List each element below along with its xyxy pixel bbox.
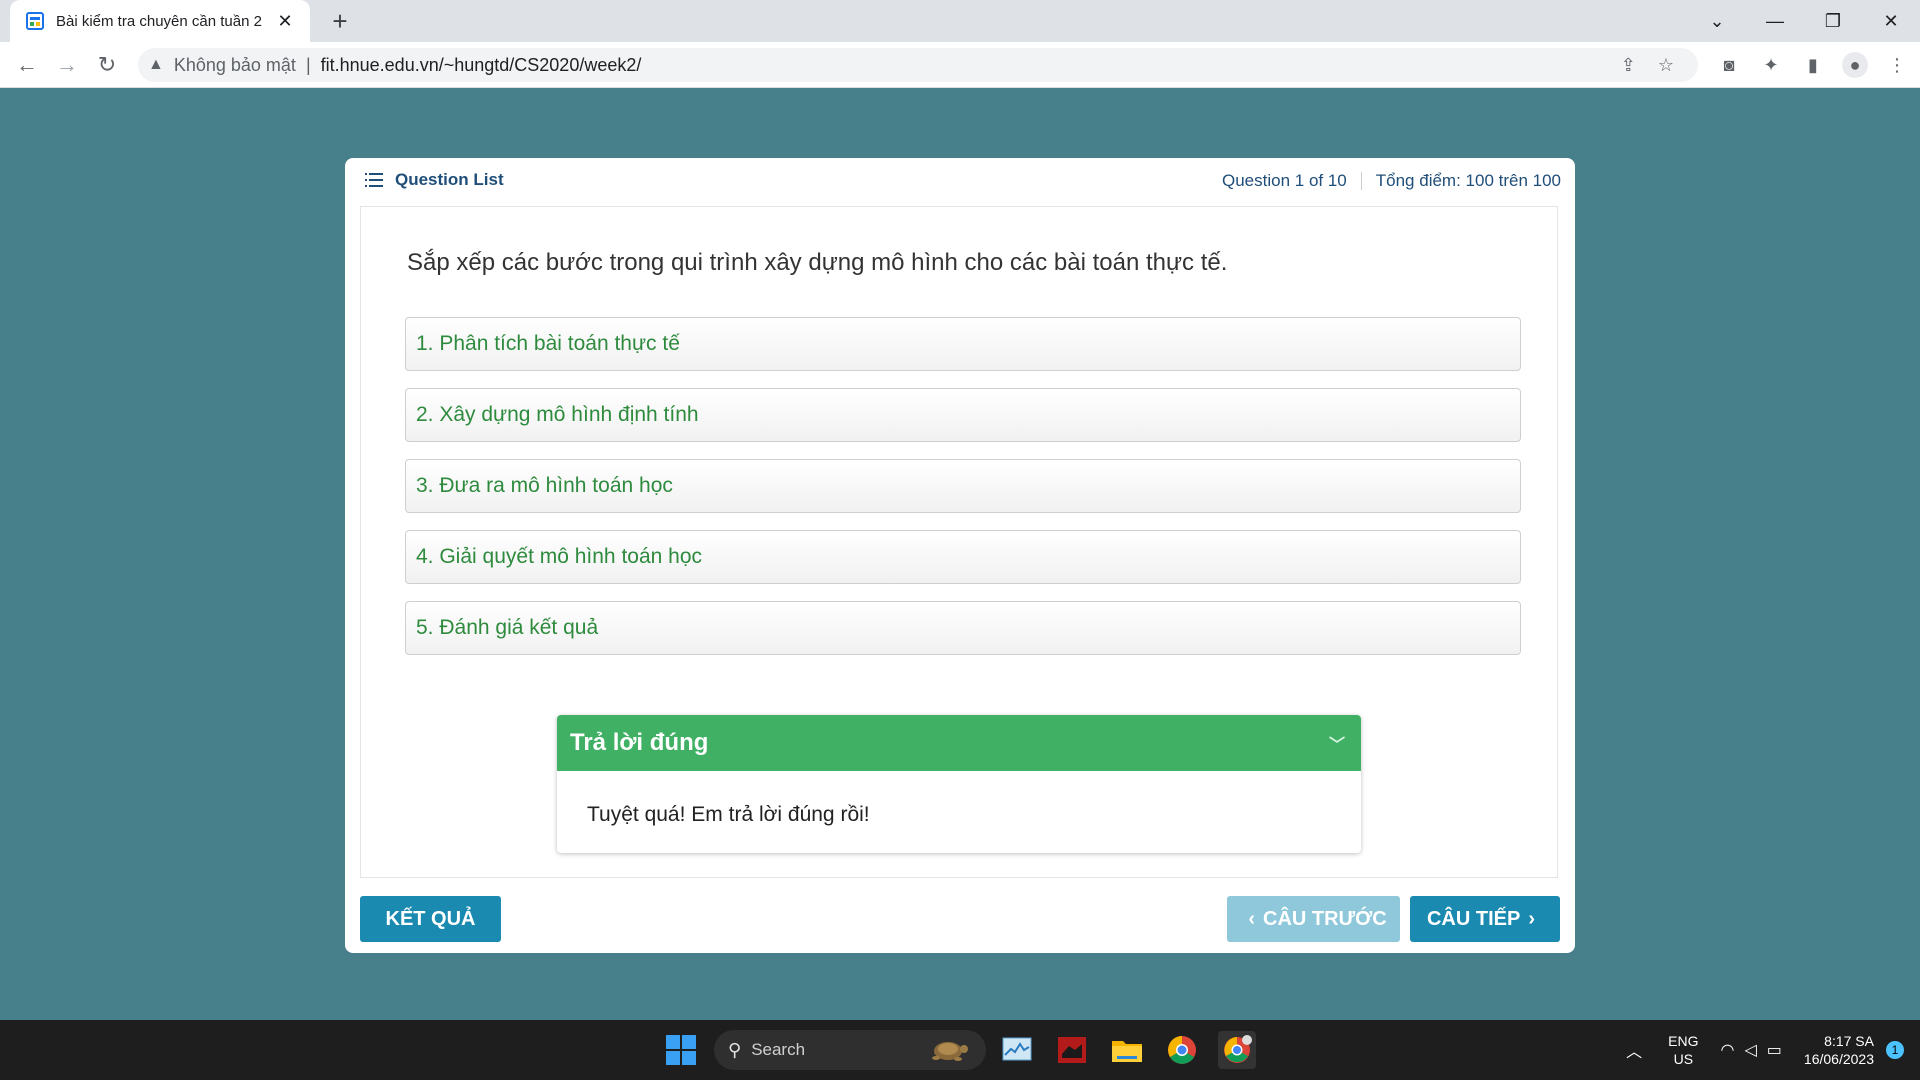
notification-badge[interactable]: 1: [1886, 1041, 1904, 1059]
window-controls: ⌄ — ❐ ✕: [1688, 0, 1920, 42]
camera-icon[interactable]: ◙: [1716, 52, 1742, 78]
clock-date: 16/06/2023: [1803, 1051, 1874, 1067]
more-menu-icon[interactable]: ⋮: [1884, 52, 1910, 78]
battery-icon[interactable]: ▭: [1767, 1040, 1782, 1060]
question-panel: Sắp xếp các bước trong qui trình xây dựn…: [360, 206, 1558, 878]
address-separator: |: [305, 54, 311, 75]
question-list-button[interactable]: Question List: [365, 170, 504, 190]
turtle-search-highlight-icon: [932, 1042, 968, 1061]
taskbar: ⚲ Search ︿ ENG US ◠ ◁ ▭ 8:17 SA 16/06/20…: [0, 1020, 1920, 1080]
feedback-header[interactable]: Trả lời đúng ﹀: [557, 715, 1361, 771]
result-button[interactable]: KẾT QUẢ: [360, 896, 501, 942]
address-bar[interactable]: ▲ Không bảo mật | fit.hnue.edu.vn/~hungt…: [138, 48, 1698, 82]
url-text[interactable]: fit.hnue.edu.vn/~hungtd/CS2020/week2/: [321, 55, 642, 76]
clock[interactable]: 8:17 SA 16/06/2023: [1804, 1032, 1874, 1068]
taskbar-search-label: Search: [751, 1040, 806, 1059]
input-language[interactable]: ENG US: [1668, 1032, 1698, 1068]
answer-options: 1. Phân tích bài toán thực tế 2. Xây dựn…: [405, 317, 1521, 672]
wifi-icon[interactable]: ◠: [1721, 1040, 1735, 1060]
red-app-icon[interactable]: [1053, 1031, 1091, 1069]
answer-option-5[interactable]: 5. Đánh giá kết quả: [405, 601, 1521, 655]
profile-avatar-icon[interactable]: ●: [1842, 52, 1868, 78]
tab-strip: Bài kiểm tra chuyên cần tuần 2 ✕ + ⌄ — ❐…: [0, 0, 1920, 42]
answer-option-4[interactable]: 4. Giải quyết mô hình toán học: [405, 530, 1521, 584]
search-icon: ⚲: [728, 1039, 742, 1060]
system-tray: ︿ ENG US ◠ ◁ ▭ 8:17 SA 16/06/2023 1: [1626, 1020, 1920, 1080]
question-counter: Question 1 of 10: [1222, 171, 1347, 190]
header-divider: [1360, 172, 1362, 190]
tab-title: Bài kiểm tra chuyên cần tuần 2: [56, 12, 262, 30]
chevron-right-icon: ›: [1528, 907, 1535, 930]
language-code: ENG: [1668, 1033, 1699, 1049]
taskbar-search-box[interactable]: ⚲ Search: [714, 1030, 986, 1070]
question-list-label: Question List: [395, 170, 504, 189]
previous-question-button[interactable]: ‹ CÂU TRƯỚC: [1227, 896, 1400, 942]
score-label: Tổng điểm: 100 trên 100: [1375, 171, 1561, 190]
restore-icon[interactable]: ❐: [1804, 0, 1862, 42]
not-secure-warning-icon[interactable]: ▲: [148, 56, 164, 74]
bookmark-star-icon[interactable]: ☆: [1658, 55, 1674, 76]
result-button-label: KẾT QUẢ: [385, 907, 476, 930]
chrome-profile-active-icon[interactable]: [1218, 1031, 1256, 1069]
chrome-icon[interactable]: [1163, 1031, 1201, 1069]
extensions-icon[interactable]: ✦: [1758, 52, 1784, 78]
share-icon[interactable]: ⇪: [1621, 55, 1636, 76]
task-manager-app-icon[interactable]: [998, 1031, 1036, 1069]
region-code: US: [1673, 1051, 1694, 1067]
answer-option-1[interactable]: 1. Phân tích bài toán thực tế: [405, 317, 1521, 371]
file-explorer-icon[interactable]: [1108, 1031, 1146, 1069]
answer-option-3[interactable]: 3. Đưa ra mô hình toán học: [405, 459, 1521, 513]
quiz-card: Question List Question 1 of 10 Tổng điểm…: [345, 158, 1575, 953]
security-label[interactable]: Không bảo mật: [174, 55, 296, 76]
feedback-message: Tuyệt quá! Em trả lời đúng rồi!: [587, 803, 870, 826]
clock-time: 8:17 SA: [1824, 1033, 1874, 1049]
quiz-header: Question List Question 1 of 10 Tổng điểm…: [345, 158, 1575, 206]
side-panel-icon[interactable]: ▮: [1800, 52, 1826, 78]
volume-icon[interactable]: ◁: [1744, 1040, 1756, 1060]
previous-button-label: CÂU TRƯỚC: [1263, 907, 1387, 930]
new-tab-button[interactable]: +: [325, 6, 355, 36]
site-favicon-icon: [26, 12, 44, 30]
chevron-down-icon[interactable]: ﹀: [1329, 731, 1345, 755]
close-window-icon[interactable]: ✕: [1862, 0, 1920, 42]
windows-start-icon[interactable]: [666, 1035, 696, 1065]
feedback-title: Trả lời đúng: [570, 729, 709, 756]
forward-icon[interactable]: →: [52, 50, 82, 80]
chevron-left-icon: ‹: [1248, 907, 1255, 930]
tab-search-icon[interactable]: ⌄: [1688, 0, 1746, 42]
tab-close-icon[interactable]: ✕: [274, 11, 296, 32]
reload-icon[interactable]: ↻: [92, 50, 122, 80]
minimize-icon[interactable]: —: [1746, 0, 1804, 42]
feedback-panel: Trả lời đúng ﹀ Tuyệt quá! Em trả lời đún…: [557, 715, 1361, 853]
browser-toolbar: ← → ↻ ▲ Không bảo mật | fit.hnue.edu.vn/…: [0, 42, 1920, 88]
back-icon[interactable]: ←: [12, 50, 42, 80]
list-icon: [365, 173, 383, 187]
answer-option-2[interactable]: 2. Xây dựng mô hình định tính: [405, 388, 1521, 442]
next-button-label: CÂU TIẾP: [1426, 907, 1521, 930]
next-question-button[interactable]: CÂU TIẾP ›: [1410, 896, 1560, 942]
question-text: Sắp xếp các bước trong qui trình xây dựn…: [407, 249, 1228, 276]
show-hidden-icons-icon[interactable]: ︿: [1626, 1038, 1642, 1062]
browser-tab[interactable]: Bài kiểm tra chuyên cần tuần 2 ✕: [10, 0, 310, 42]
